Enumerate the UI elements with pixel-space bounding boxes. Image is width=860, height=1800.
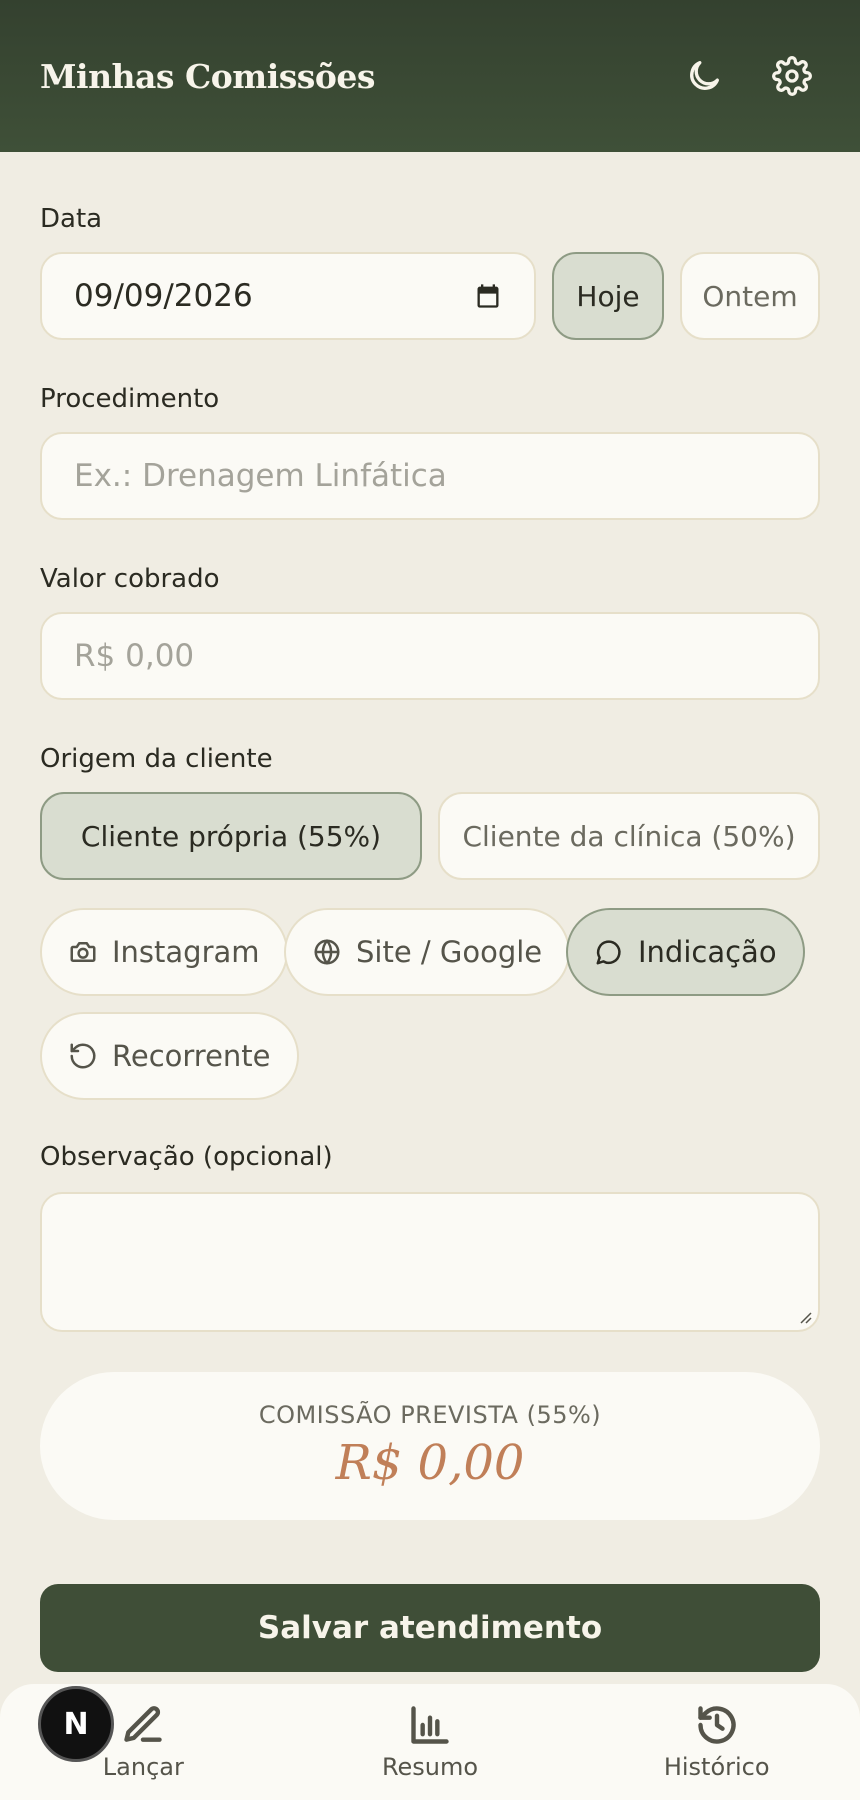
- moon-icon: [690, 61, 719, 90]
- amount-input[interactable]: R$ 0,00: [40, 612, 820, 700]
- source-chip-site-google[interactable]: Site / Google: [284, 908, 571, 996]
- chat-bubble-icon: [596, 940, 621, 965]
- procedure-input[interactable]: Ex.: Drenagem Linfática: [40, 432, 820, 520]
- source-chip-label: Indicação: [638, 935, 777, 969]
- source-chip-instagram[interactable]: Instagram: [40, 908, 288, 996]
- bottom-nav: Lançar Resumo Histórico: [0, 1684, 860, 1800]
- source-chip-referral[interactable]: Indicação: [566, 908, 805, 996]
- app-header: Minhas Comissões: [0, 0, 860, 152]
- nav-item-label: Histórico: [663, 1753, 770, 1781]
- date-input[interactable]: 09/09/2026: [40, 252, 536, 340]
- history-icon: [697, 1706, 736, 1744]
- amount-placeholder: R$ 0,00: [74, 638, 195, 674]
- yesterday-button[interactable]: Ontem: [680, 252, 820, 340]
- amount-label: Valor cobrado: [40, 564, 220, 594]
- source-chip-label: Recorrente: [112, 1039, 271, 1073]
- commission-label: COMISSÃO PREVISTA (55%): [258, 1401, 602, 1429]
- calendar-icon[interactable]: [474, 282, 502, 310]
- origin-label: Origem da cliente: [40, 744, 273, 774]
- commission-preview: COMISSÃO PREVISTA (55%) R$ 0,00: [40, 1372, 820, 1520]
- origin-clinic-client-button[interactable]: Cliente da clínica (50%): [438, 792, 820, 880]
- source-chip-recurring[interactable]: Recorrente: [40, 1012, 299, 1100]
- refresh-icon: [70, 1043, 96, 1069]
- resize-handle-icon[interactable]: [796, 1308, 812, 1324]
- commission-value: R$ 0,00: [335, 1435, 525, 1491]
- dev-badge[interactable]: N: [38, 1686, 114, 1762]
- settings-button[interactable]: [764, 48, 820, 104]
- note-label: Observação (opcional): [40, 1142, 333, 1172]
- source-chip-label: Site / Google: [356, 935, 543, 969]
- globe-icon: [314, 939, 340, 965]
- date-value: 09/09/2026: [74, 278, 253, 314]
- theme-toggle-button[interactable]: [676, 48, 732, 104]
- app-title: Minhas Comissões: [40, 56, 375, 96]
- procedure-label: Procedimento: [40, 384, 220, 414]
- save-button[interactable]: Salvar atendimento: [40, 1584, 820, 1672]
- camera-icon: [70, 942, 96, 962]
- note-textarea[interactable]: [40, 1192, 820, 1332]
- nav-item-history[interactable]: Histórico: [573, 1684, 860, 1800]
- source-chip-label: Instagram: [112, 935, 260, 969]
- gear-icon: [772, 56, 812, 96]
- date-label: Data: [40, 204, 103, 234]
- procedure-placeholder: Ex.: Drenagem Linfática: [74, 458, 447, 494]
- pen-icon: [124, 1706, 163, 1742]
- bar-chart-icon: [411, 1706, 449, 1744]
- nav-item-summary[interactable]: Resumo: [287, 1684, 574, 1800]
- today-button[interactable]: Hoje: [552, 252, 664, 340]
- nav-item-label: Resumo: [381, 1753, 479, 1781]
- nav-item-label: Lançar: [102, 1753, 184, 1781]
- origin-own-client-button[interactable]: Cliente própria (55%): [40, 792, 422, 880]
